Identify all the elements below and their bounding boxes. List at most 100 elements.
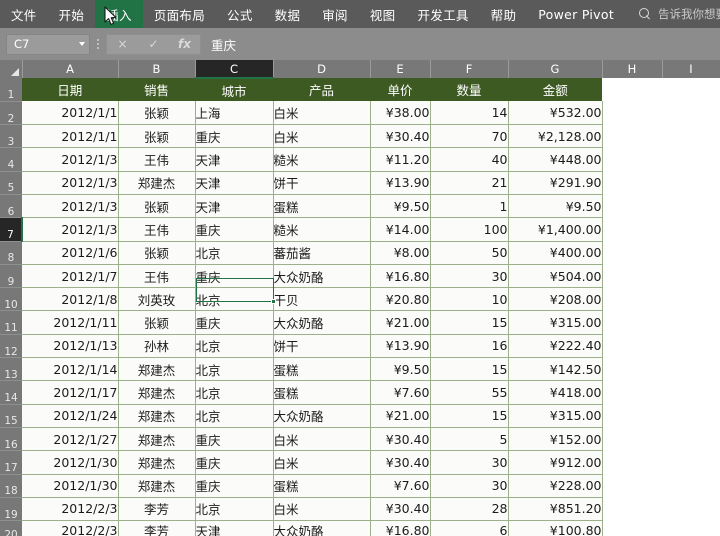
- cell-amount[interactable]: ¥2,128.00: [508, 124, 603, 149]
- empty-cell-i2[interactable]: [662, 101, 720, 125]
- table-row[interactable]: 3 2012/1/1 张颖 重庆 白米 ¥30.40 70 ¥2,128.00: [0, 124, 720, 149]
- empty-cell-h7[interactable]: [602, 217, 662, 242]
- empty-cell-h11[interactable]: [602, 310, 662, 335]
- table-row[interactable]: 12 2012/1/13 孙林 北京 饼干 ¥13.90 16 ¥222.40: [0, 334, 720, 359]
- cell-qty[interactable]: 16: [430, 334, 509, 359]
- cell-qty[interactable]: 1: [430, 194, 509, 219]
- cell-date[interactable]: 2012/1/17: [22, 380, 119, 405]
- cell-amount[interactable]: ¥851.20: [508, 497, 603, 522]
- empty-cell-i6[interactable]: [662, 194, 720, 218]
- row-header-16[interactable]: 16: [0, 427, 22, 452]
- column-header-b[interactable]: B: [118, 60, 196, 78]
- cell-sales[interactable]: 郑建杰: [118, 450, 196, 475]
- cell-qty[interactable]: 10: [430, 287, 509, 312]
- row-header-14[interactable]: 14: [0, 380, 22, 405]
- cell-date[interactable]: 2012/1/3: [22, 217, 119, 242]
- empty-cell-h10[interactable]: [602, 287, 662, 311]
- cell-qty[interactable]: 30: [430, 474, 509, 498]
- cell-city[interactable]: 北京: [195, 380, 274, 405]
- row-header-11[interactable]: 11: [0, 310, 22, 335]
- table-row[interactable]: 2 2012/1/1 张颖 上海 白米 ¥38.00 14 ¥532.00: [0, 101, 720, 126]
- table-row[interactable]: 4 2012/1/3 王伟 天津 糙米 ¥11.20 40 ¥448.00: [0, 147, 720, 172]
- cell-sales[interactable]: 郑建杰: [118, 474, 196, 498]
- empty-cell-h20[interactable]: [602, 520, 662, 536]
- row-header-19[interactable]: 19: [0, 497, 22, 522]
- cell-city[interactable]: 重庆: [195, 474, 274, 498]
- cell-price[interactable]: ¥20.80: [370, 287, 431, 312]
- cell-sales[interactable]: 张颖: [118, 310, 196, 335]
- cell-city[interactable]: 北京: [195, 287, 274, 312]
- cell-date[interactable]: 2012/1/27: [22, 427, 119, 452]
- cell-qty[interactable]: 30: [430, 450, 509, 475]
- cell-amount[interactable]: ¥532.00: [508, 101, 603, 126]
- column-header-d[interactable]: D: [273, 60, 371, 78]
- empty-cell-i13[interactable]: [662, 357, 720, 381]
- cell-price[interactable]: ¥13.90: [370, 334, 431, 359]
- cell-qty[interactable]: 40: [430, 147, 509, 172]
- ribbon-tab-insert[interactable]: 插入: [95, 0, 143, 28]
- cell-city[interactable]: 北京: [195, 497, 274, 522]
- cell-amount[interactable]: ¥9.50: [508, 194, 603, 219]
- row-header-1[interactable]: 1: [0, 78, 22, 102]
- cell-product[interactable]: 蛋糕: [273, 194, 371, 219]
- empty-cell-i1[interactable]: [662, 78, 720, 102]
- ribbon-tab-formulas[interactable]: 公式: [216, 0, 264, 28]
- cell-city[interactable]: 北京: [195, 334, 274, 359]
- cell-sales[interactable]: 郑建杰: [118, 171, 196, 195]
- cell-price[interactable]: ¥21.00: [370, 404, 431, 428]
- cell-date[interactable]: 2012/2/3: [22, 497, 119, 522]
- cell-amount[interactable]: ¥1,400.00: [508, 217, 603, 242]
- cell-city[interactable]: 重庆: [195, 450, 274, 475]
- cell-city[interactable]: 天津: [195, 147, 274, 172]
- cell-amount[interactable]: ¥228.00: [508, 474, 603, 498]
- cell-price[interactable]: ¥14.00: [370, 217, 431, 242]
- cell-date[interactable]: 2012/1/3: [22, 194, 119, 219]
- cell-qty[interactable]: 15: [430, 357, 509, 382]
- cell-amount[interactable]: ¥291.90: [508, 171, 603, 195]
- empty-cell-i19[interactable]: [662, 497, 720, 521]
- cell-date[interactable]: 2012/1/30: [22, 474, 119, 498]
- cell-amount[interactable]: ¥315.00: [508, 404, 603, 428]
- cell-city[interactable]: 天津: [195, 171, 274, 195]
- cell-product[interactable]: 白米: [273, 427, 371, 452]
- formula-input[interactable]: 重庆: [201, 34, 720, 55]
- column-header-f[interactable]: F: [430, 60, 509, 78]
- table-row[interactable]: 9 2012/1/7 王伟 重庆 大众奶酪 ¥16.80 30 ¥504.00: [0, 264, 720, 289]
- table-row[interactable]: 20 2012/2/3 李芳 天津 大众奶酪 ¥16.80 6 ¥100.80: [0, 520, 720, 536]
- column-header-e[interactable]: E: [370, 60, 431, 78]
- header-cell-qty[interactable]: 数量: [430, 78, 509, 102]
- empty-cell-i20[interactable]: [662, 520, 720, 536]
- table-row[interactable]: 5 2012/1/3 郑建杰 天津 饼干 ¥13.90 21 ¥291.90: [0, 171, 720, 195]
- table-row[interactable]: 16 2012/1/27 郑建杰 重庆 白米 ¥30.40 5 ¥152.00: [0, 427, 720, 452]
- spreadsheet-grid[interactable]: A B C D E F G H I 1 日期 销售 城市 产品 单价 数量 金额…: [0, 60, 720, 536]
- table-row[interactable]: 13 2012/1/14 郑建杰 北京 蛋糕 ¥9.50 15 ¥142.50: [0, 357, 720, 382]
- cell-date[interactable]: 2012/1/14: [22, 357, 119, 382]
- row-header-20[interactable]: 20: [0, 520, 22, 536]
- cell-qty[interactable]: 21: [430, 171, 509, 195]
- ribbon-tab-help[interactable]: 帮助: [480, 0, 528, 28]
- cell-date[interactable]: 2012/1/24: [22, 404, 119, 428]
- cell-price[interactable]: ¥7.60: [370, 474, 431, 498]
- cell-date[interactable]: 2012/1/11: [22, 310, 119, 335]
- ribbon-tab-file[interactable]: 文件: [0, 0, 48, 28]
- cell-price[interactable]: ¥9.50: [370, 357, 431, 382]
- table-row[interactable]: 6 2012/1/3 张颖 天津 蛋糕 ¥9.50 1 ¥9.50: [0, 194, 720, 219]
- cell-amount[interactable]: ¥418.00: [508, 380, 603, 405]
- confirm-icon[interactable]: ✓: [138, 34, 169, 55]
- empty-cell-i3[interactable]: [662, 124, 720, 148]
- cell-price[interactable]: ¥8.00: [370, 241, 431, 265]
- empty-cell-h6[interactable]: [602, 194, 662, 218]
- row-header-2[interactable]: 2: [0, 101, 22, 126]
- empty-cell-i8[interactable]: [662, 241, 720, 265]
- row-header-7[interactable]: 7: [0, 217, 23, 242]
- cell-price[interactable]: ¥7.60: [370, 380, 431, 405]
- cell-sales[interactable]: 郑建杰: [118, 404, 196, 428]
- column-header-c[interactable]: C: [195, 60, 274, 79]
- table-row[interactable]: 17 2012/1/30 郑建杰 重庆 白米 ¥30.40 30 ¥912.00: [0, 450, 720, 475]
- column-header-i[interactable]: I: [662, 60, 720, 78]
- cell-product[interactable]: 蛋糕: [273, 357, 371, 382]
- cell-sales[interactable]: 张颖: [118, 124, 196, 149]
- cell-amount[interactable]: ¥504.00: [508, 264, 603, 289]
- cell-city[interactable]: 北京: [195, 241, 274, 265]
- cell-sales[interactable]: 郑建杰: [118, 357, 196, 382]
